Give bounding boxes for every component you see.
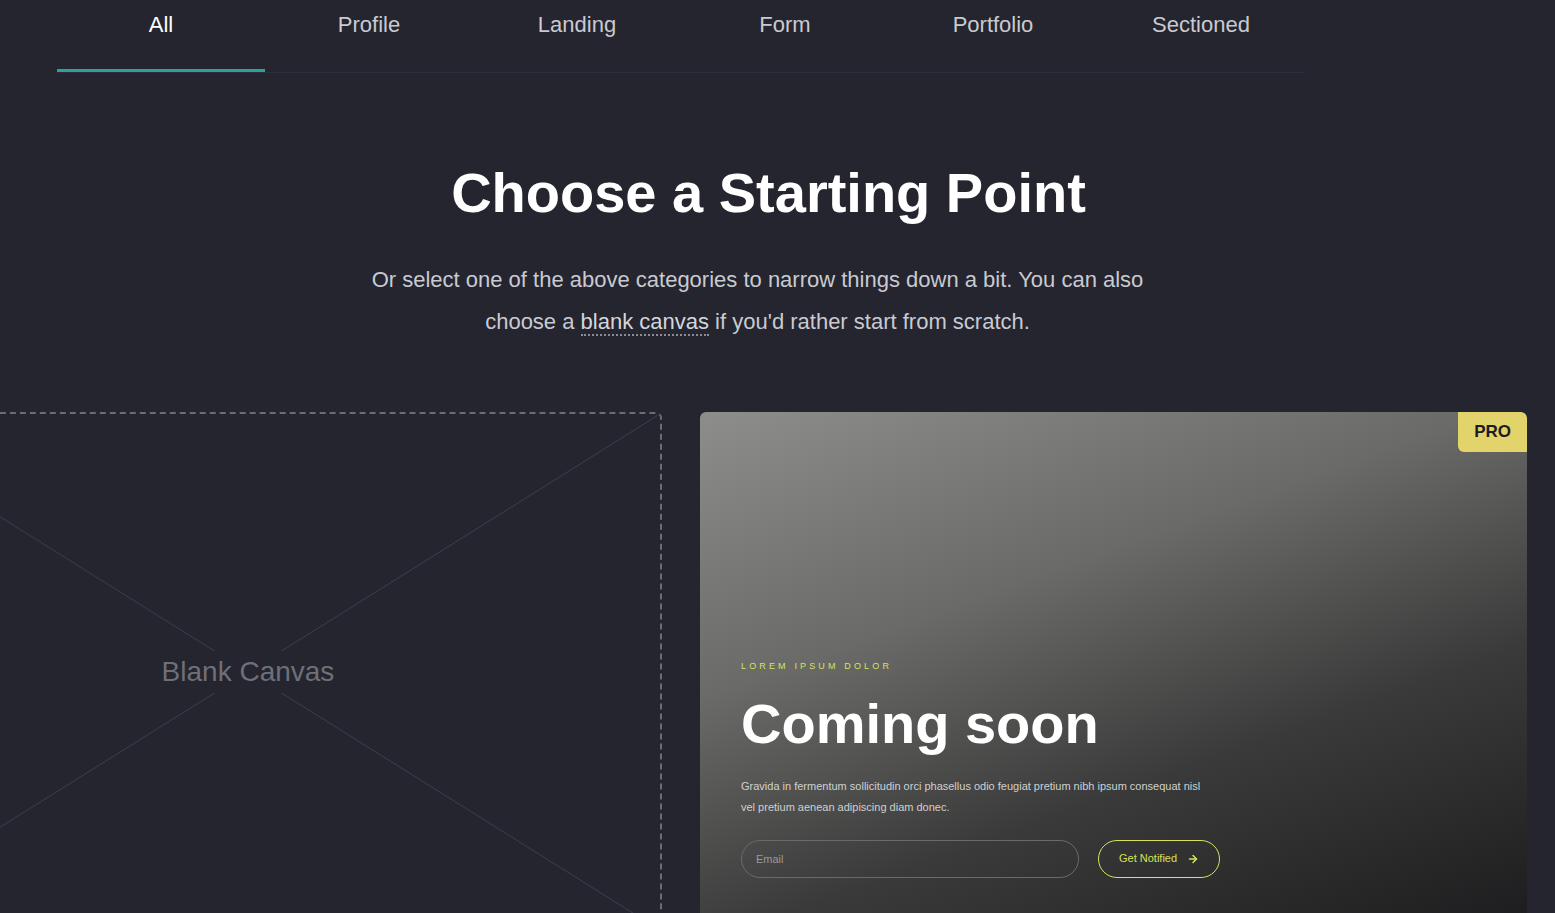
preview-title: Coming soon [741, 692, 1486, 756]
category-tab[interactable]: Landing [473, 0, 681, 72]
arrow-right-icon [1187, 853, 1199, 865]
category-tab[interactable]: All [57, 0, 265, 72]
page: AllProfileLandingFormPortfolioSectioned C… [0, 0, 1555, 913]
preview-description: Gravida in fermentum sollicitudin orci p… [741, 776, 1201, 818]
template-grid: Blank Canvas PRO LOREM IPSUM DOLOR Coming s… [0, 412, 1555, 913]
category-tab[interactable]: Sectioned [1097, 0, 1305, 72]
blank-canvas-label: Blank Canvas [158, 651, 339, 693]
template-preview: LOREM IPSUM DOLOR Coming soon Gravida in f… [700, 412, 1527, 878]
page-subtitle: Or select one of the above categories to… [368, 259, 1188, 343]
preview-eyebrow: LOREM IPSUM DOLOR [741, 660, 1486, 674]
blank-canvas-link[interactable]: blank canvas [581, 309, 709, 336]
blank-canvas-card[interactable]: Blank Canvas [0, 412, 662, 913]
pro-badge: PRO [1458, 412, 1527, 452]
category-tab[interactable]: Profile [265, 0, 473, 72]
template-card[interactable]: PRO LOREM IPSUM DOLOR Coming soon Gravida i… [700, 412, 1527, 913]
page-heading: Choose a Starting Point [0, 161, 1555, 225]
notify-form: Get Notified [741, 840, 1486, 878]
get-notified-button[interactable]: Get Notified [1098, 840, 1220, 878]
category-tab[interactable]: Form [681, 0, 889, 72]
category-tabs: AllProfileLandingFormPortfolioSectioned [57, 0, 1305, 73]
category-tab[interactable]: Portfolio [889, 0, 1097, 72]
email-input[interactable] [741, 840, 1079, 878]
